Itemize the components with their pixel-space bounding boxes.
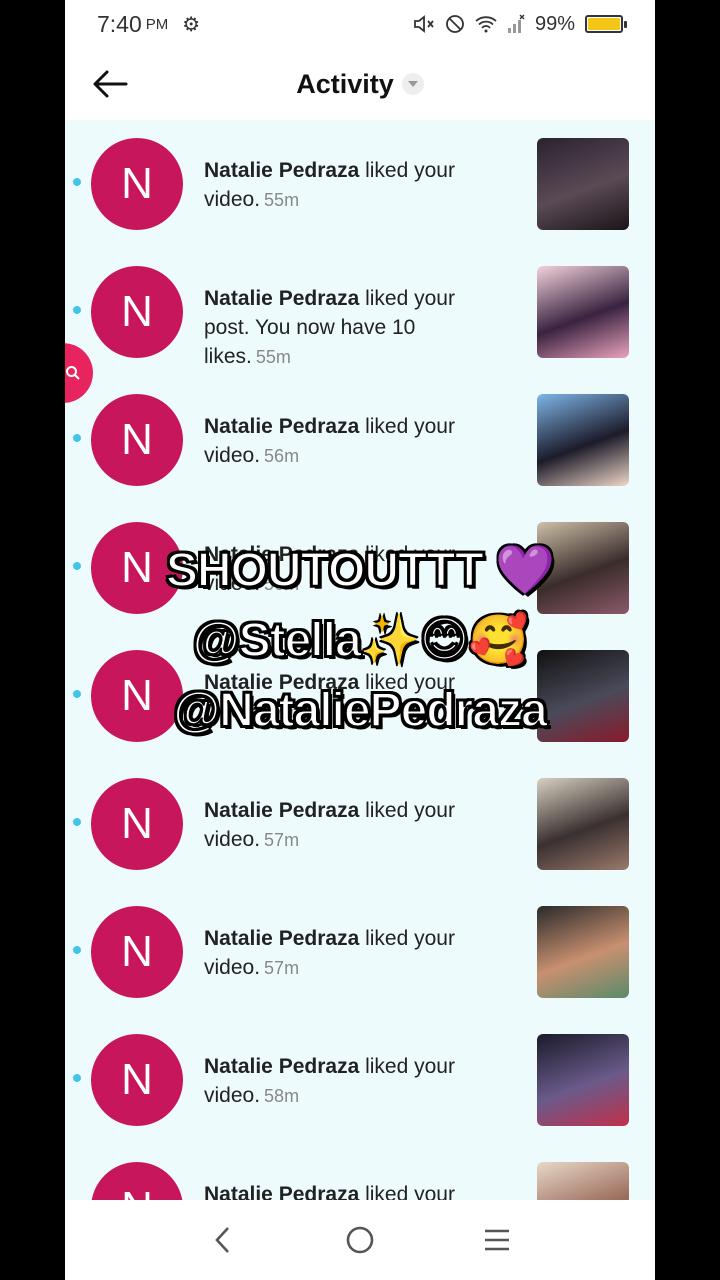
battery-percent: 99% — [534, 12, 575, 35]
user-name[interactable]: Natalie Pedraza — [204, 287, 359, 310]
notification-time: 56m — [264, 446, 300, 466]
video-thumbnail[interactable] — [537, 778, 629, 870]
avatar[interactable]: N — [91, 1034, 183, 1126]
avatar[interactable]: N — [91, 906, 183, 998]
notification-action: liked your — [365, 1183, 455, 1200]
notification-time: 55m — [264, 190, 300, 210]
notification-text: Natalie Pedraza liked your video. 57m — [204, 924, 504, 983]
avatar[interactable]: N — [91, 1162, 183, 1200]
mute-icon — [414, 15, 434, 33]
status-icons: 99% — [413, 12, 627, 36]
unread-dot-icon — [73, 434, 81, 442]
nav-back-button[interactable] — [198, 1215, 248, 1265]
user-name[interactable]: Natalie Pedraza — [204, 799, 359, 822]
wifi-icon — [475, 16, 497, 33]
unread-dot-icon — [73, 178, 81, 186]
back-button[interactable] — [89, 64, 131, 104]
do-not-disturb-icon — [446, 15, 464, 33]
notification-text: Natalie Pedraza liked your video. 56m — [204, 412, 504, 471]
notification-time: 57m — [264, 958, 300, 978]
caption-line-2: @Stella✨😊🥰 — [192, 613, 529, 668]
video-thumbnail[interactable] — [537, 138, 629, 230]
notification-text: Natalie Pedraza liked your video. 57m — [204, 796, 504, 855]
notification-time: 55m — [255, 347, 291, 367]
system-nav-bar — [65, 1200, 655, 1280]
video-thumbnail[interactable] — [537, 394, 629, 486]
chevron-down-icon[interactable] — [401, 73, 424, 95]
notification-text: Natalie Pedraza liked your video. 58m — [204, 1052, 504, 1111]
notification-text: Natalie Pedraza liked your — [204, 1180, 504, 1200]
search-icon — [66, 366, 80, 380]
notification-row[interactable]: N Natalie Pedraza liked your video. 58m — [65, 1016, 655, 1144]
caption-line-3: @NataliePedraza — [172, 683, 548, 738]
user-name[interactable]: Natalie Pedraza — [204, 415, 359, 438]
avatar[interactable]: N — [91, 138, 183, 230]
unread-dot-icon — [73, 306, 81, 314]
notification-row[interactable]: N Natalie Pedraza liked your — [65, 1144, 655, 1200]
video-thumbnail[interactable] — [537, 266, 629, 358]
notification-time: 57m — [264, 830, 300, 850]
user-name[interactable]: Natalie Pedraza — [204, 159, 359, 182]
battery-level — [588, 18, 620, 30]
status-ampm: PM — [145, 15, 169, 33]
notification-text: Natalie Pedraza liked your post. You now… — [204, 284, 504, 372]
unread-dot-icon — [73, 946, 81, 954]
nav-home-button[interactable] — [335, 1215, 385, 1265]
notification-row[interactable]: N Natalie Pedraza liked your video. 55m — [65, 120, 655, 248]
user-name[interactable]: Natalie Pedraza — [204, 927, 359, 950]
unread-dot-icon — [73, 818, 81, 826]
notification-row[interactable]: N Natalie Pedraza liked your video. 56m — [65, 376, 655, 504]
notification-row[interactable]: N Natalie Pedraza liked your post. You n… — [65, 248, 655, 376]
unread-dot-icon — [73, 1074, 81, 1082]
battery-icon — [585, 15, 627, 33]
user-name[interactable]: Natalie Pedraza — [204, 1055, 359, 1078]
signal-icon — [507, 14, 525, 33]
header: Activity — [65, 48, 655, 120]
avatar[interactable]: N — [91, 778, 183, 870]
avatar[interactable]: N — [91, 266, 183, 358]
shoutout-caption: SHOUTOUTTT 💜 @Stella✨😊🥰 @NataliePedraza — [65, 536, 655, 746]
caption-line-1: SHOUTOUTTT 💜 — [165, 543, 556, 598]
video-thumbnail[interactable] — [537, 906, 629, 998]
chevron-left-icon — [215, 1227, 230, 1253]
nav-recents-button[interactable] — [472, 1215, 522, 1265]
status-time: 7:40 — [97, 10, 142, 37]
notification-row[interactable]: N Natalie Pedraza liked your video. 57m — [65, 760, 655, 888]
user-name[interactable]: Natalie Pedraza — [204, 1183, 359, 1200]
settings-gear-icon: ⚙ — [182, 13, 201, 36]
back-arrow-icon — [93, 70, 128, 98]
status-bar: 7:40 PM ⚙ 99% — [65, 0, 655, 48]
menu-icon — [484, 1229, 509, 1251]
notification-text: Natalie Pedraza liked your video. 55m — [204, 156, 504, 215]
video-thumbnail[interactable] — [537, 1034, 629, 1126]
page-title[interactable]: Activity — [296, 69, 394, 100]
avatar[interactable]: N — [91, 394, 183, 486]
video-thumbnail[interactable] — [537, 1162, 629, 1200]
notification-time: 58m — [264, 1086, 300, 1106]
notification-row[interactable]: N Natalie Pedraza liked your video. 57m — [65, 888, 655, 1016]
home-circle-icon — [346, 1226, 374, 1254]
